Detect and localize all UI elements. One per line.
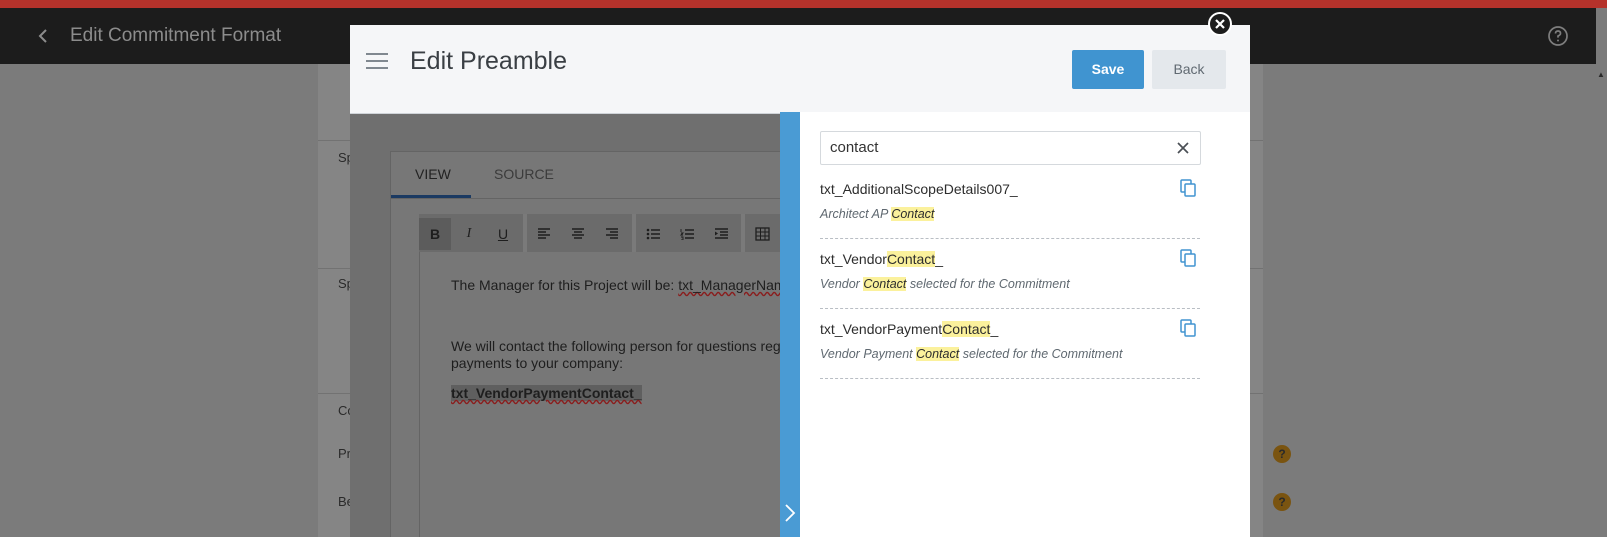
edit-preamble-modal: Edit Preamble Save Back VIEW SOURCE B I … (350, 25, 1250, 537)
chevron-left-icon[interactable] (32, 24, 56, 48)
editor-line: txt_VendorPaymentContact_ (451, 385, 642, 402)
description-text: selected for the Commitment (959, 347, 1123, 361)
description-text: selected for the Commitment (906, 277, 1070, 291)
field-name: txt_AdditionalScopeDetails007_ (820, 181, 1018, 197)
panel-collapse-bar[interactable] (780, 112, 800, 537)
editor-toolbar: B I U (419, 214, 811, 252)
search-field[interactable] (820, 131, 1201, 165)
field-name-text: _ (935, 251, 943, 267)
modal-header: Edit Preamble Save Back (350, 25, 1250, 114)
italic-icon[interactable]: I (453, 218, 485, 250)
description-text: Vendor Payment (820, 347, 917, 361)
field-name: txt_VendorContact_ (820, 251, 943, 267)
list-item[interactable]: txt_AdditionalScopeDetails007_ Architect… (820, 168, 1200, 239)
question-badge-icon[interactable]: ? (1273, 445, 1291, 463)
bold-icon[interactable]: B (419, 218, 451, 250)
question-badge-icon[interactable]: ? (1273, 493, 1291, 511)
active-tab-indicator (391, 195, 471, 198)
field-description: Architect AP Contact (820, 207, 935, 221)
close-modal-button[interactable] (1208, 12, 1232, 36)
modal-title: Edit Preamble (410, 47, 568, 75)
list-item[interactable]: txt_VendorContact_ Vendor Contact select… (820, 238, 1200, 309)
description-text: Vendor (820, 277, 864, 291)
divider (741, 214, 745, 252)
merge-field-panel: txt_AdditionalScopeDetails007_ Architect… (800, 112, 1250, 537)
align-right-icon[interactable] (596, 218, 628, 250)
align-center-icon[interactable] (562, 218, 594, 250)
tab-view[interactable]: VIEW (415, 166, 451, 182)
field-name-text: txt_VendorPayment (820, 321, 943, 337)
editor-content[interactable]: The Manager for this Project will be: tx… (419, 252, 812, 537)
search-match: Contact (942, 321, 991, 337)
page-scrollbar[interactable]: ▲ (1596, 8, 1607, 537)
field-name-text: txt_Vendor (820, 251, 887, 267)
numbered-list-icon[interactable] (671, 218, 703, 250)
editor-pane: VIEW SOURCE B I U The Manager for this P… (350, 114, 812, 537)
editor-line: payments to your company: (451, 355, 623, 371)
field-description: Vendor Payment Contact selected for the … (820, 347, 1122, 361)
save-button[interactable]: Save (1072, 50, 1144, 89)
search-input[interactable] (830, 137, 1160, 157)
indent-icon[interactable] (705, 218, 737, 250)
close-icon[interactable] (1176, 141, 1190, 155)
app-title: Edit Commitment Format (70, 25, 282, 46)
scroll-up-icon[interactable]: ▲ (1597, 70, 1605, 79)
editor-line: The Manager for this Project will be: tx… (451, 277, 801, 294)
underline-icon[interactable]: U (487, 218, 519, 250)
bullet-list-icon[interactable] (637, 218, 669, 250)
field-description: Vendor Contact selected for the Commitme… (820, 277, 1070, 291)
back-button[interactable]: Back (1152, 50, 1226, 89)
copy-icon[interactable] (1180, 249, 1196, 267)
search-match: Contact (863, 277, 907, 291)
rich-text-editor: VIEW SOURCE B I U The Manager for this P… (390, 151, 812, 537)
copy-icon[interactable] (1180, 179, 1196, 197)
field-name-text: txt_AdditionalScopeDetails007_ (820, 181, 1018, 197)
close-icon (1215, 19, 1225, 29)
search-match: Contact (916, 347, 960, 361)
divider (632, 214, 636, 252)
search-match: Contact (886, 251, 936, 267)
editor-text: The Manager for this Project will be: (451, 277, 679, 293)
chevron-right-icon[interactable] (783, 502, 797, 524)
list-item[interactable]: txt_VendorPaymentContact_ Vendor Payment… (820, 308, 1200, 379)
divider (523, 214, 527, 252)
merge-field-token: txt_VendorPaymentContact_ (451, 385, 642, 401)
editor-line: We will contact the following person for… (451, 338, 794, 354)
field-name: txt_VendorPaymentContact_ (820, 321, 998, 337)
search-match: Contact (891, 207, 935, 221)
description-text: Architect AP (820, 207, 892, 221)
top-status-strip (0, 0, 1607, 8)
menu-icon[interactable] (366, 53, 388, 69)
help-icon[interactable] (1546, 24, 1570, 48)
tab-source[interactable]: SOURCE (494, 166, 554, 182)
table-icon[interactable] (746, 218, 778, 250)
editor-tabs: VIEW SOURCE (391, 152, 811, 199)
align-left-icon[interactable] (528, 218, 560, 250)
copy-icon[interactable] (1180, 319, 1196, 337)
field-name-text: _ (990, 321, 999, 337)
